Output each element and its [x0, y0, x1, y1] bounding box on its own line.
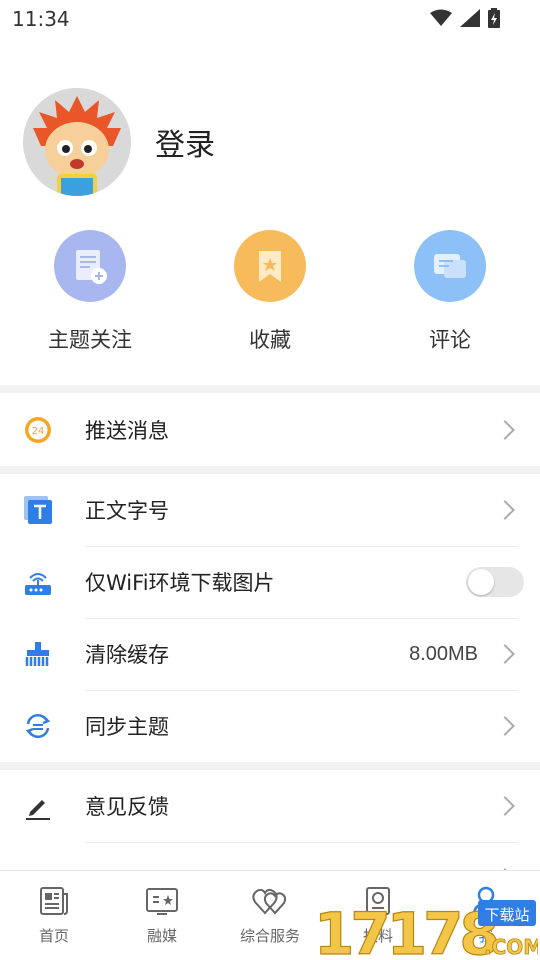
- toggle-knob: [468, 569, 494, 595]
- push-badge-icon: 24: [23, 415, 53, 445]
- menu-label: 意见反馈: [85, 795, 169, 819]
- menu-font-size[interactable]: 正文字号: [0, 474, 540, 546]
- quick-action-label: 评论: [429, 328, 471, 352]
- chevron-right-icon: [495, 500, 515, 520]
- push-badge-text: 24: [32, 426, 45, 437]
- nav-home[interactable]: 首页: [0, 883, 108, 946]
- media-icon: [108, 883, 216, 919]
- chevron-right-icon: [495, 716, 515, 736]
- wifi-icon: [430, 9, 452, 26]
- section-gap: [0, 762, 540, 770]
- battery-icon: [488, 8, 500, 28]
- avatar[interactable]: [23, 88, 131, 196]
- bookmark-icon: [234, 230, 306, 302]
- menu-label: 同步主题: [85, 715, 169, 739]
- cache-size-value: 8.00MB: [409, 642, 478, 665]
- text-size-icon: [23, 495, 53, 525]
- chevron-right-icon: [495, 420, 515, 440]
- pencil-icon: [23, 791, 53, 821]
- section-gap: [0, 466, 540, 474]
- menu-push-messages[interactable]: 24 推送消息: [0, 394, 540, 466]
- chevron-right-icon: [495, 796, 515, 816]
- nav-label: 首页: [38, 927, 69, 945]
- menu-feedback[interactable]: 意见反馈: [0, 770, 540, 842]
- comment-icon: [414, 230, 486, 302]
- login-link[interactable]: 登录: [155, 120, 215, 164]
- chevron-right-icon: [495, 644, 515, 664]
- menu-wifi-only: 仅WiFi环境下载图片: [0, 546, 540, 618]
- quick-action-favorites[interactable]: 收藏: [190, 230, 350, 354]
- router-icon: [23, 567, 53, 597]
- menu-label: 推送消息: [85, 419, 169, 443]
- subscribe-icon: [54, 230, 126, 302]
- profile-header[interactable]: 登录: [23, 88, 215, 196]
- wifi-only-toggle[interactable]: [466, 567, 524, 597]
- nav-label: 综合服务: [239, 927, 300, 945]
- menu-clear-cache[interactable]: 清除缓存 8.00MB: [0, 618, 540, 690]
- nav-media[interactable]: 融媒: [108, 883, 216, 946]
- section-gap: [0, 385, 540, 393]
- menu-label: 正文字号: [85, 499, 169, 523]
- menu-label: 仅WiFi环境下载图片: [85, 571, 275, 595]
- mascot-avatar-icon: [23, 88, 131, 196]
- watermark-logo: 17178 下载站 .COM: [313, 899, 540, 960]
- home-news-icon: [0, 883, 108, 919]
- watermark-subtext: 下载站: [484, 906, 529, 924]
- status-icons: [430, 8, 500, 28]
- status-time: 11:34: [12, 7, 70, 31]
- quick-action-subscribe[interactable]: 主题关注: [10, 230, 170, 354]
- nav-label: 融媒: [146, 927, 177, 945]
- status-bar: 11:34: [0, 0, 540, 38]
- site-watermark: 17178 下载站 .COM: [310, 896, 540, 960]
- quick-actions: 主题关注 收藏 评论: [0, 230, 540, 360]
- watermark-number: 17178: [314, 900, 496, 960]
- menu-sync-topics[interactable]: 同步主题: [0, 690, 540, 762]
- sync-icon: [23, 711, 53, 741]
- quick-action-comments[interactable]: 评论: [370, 230, 530, 354]
- watermark-domain: .COM: [484, 935, 538, 959]
- nav-services[interactable]: 综合服务: [216, 883, 324, 946]
- broom-icon: [23, 639, 53, 669]
- quick-action-label: 收藏: [249, 328, 291, 352]
- quick-action-label: 主题关注: [48, 328, 132, 352]
- menu-label: 清除缓存: [85, 643, 169, 667]
- heart-service-icon: [216, 883, 324, 919]
- signal-icon: [460, 9, 480, 27]
